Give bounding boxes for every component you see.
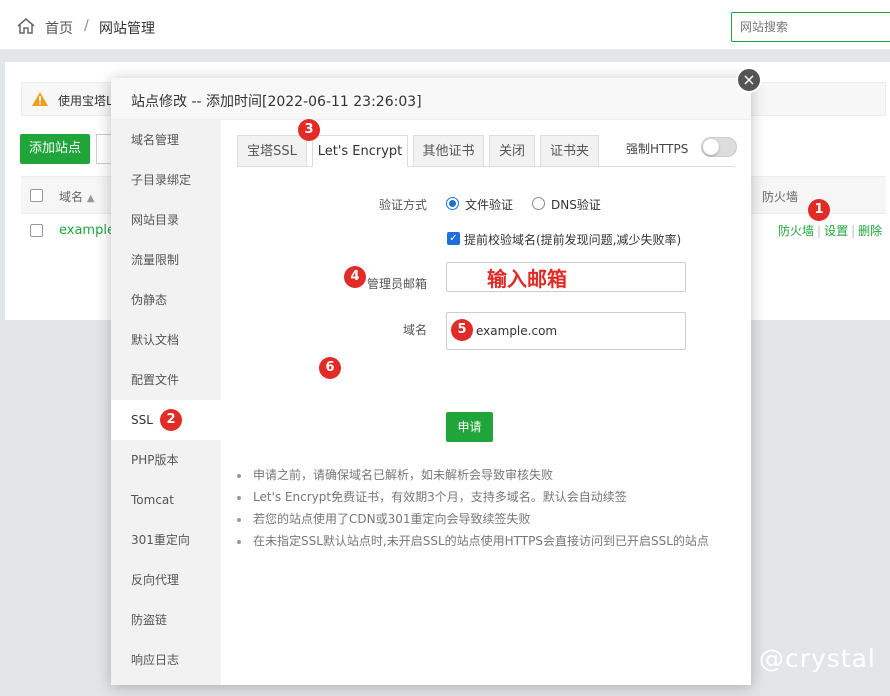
watermark: 知乎 @crystal — [698, 644, 876, 673]
sidebar-item-redirect[interactable]: 301重定向 — [111, 520, 221, 560]
modal-title: 站点修改 -- 添加时间[2022-06-11 23:26:03] — [131, 94, 422, 110]
notes-list: 申请之前，请确保域名已解析，如未解析会导致审核失败 Let's Encrypt免… — [235, 464, 709, 552]
sidebar-item-site-dir[interactable]: 网站目录 — [111, 200, 221, 240]
modal-header: 站点修改 -- 添加时间[2022-06-11 23:26:03] — [111, 78, 751, 120]
sidebar-item-proxy[interactable]: 反向代理 — [111, 560, 221, 600]
note-item: 若您的站点使用了CDN或301重定向会导致续签失败 — [235, 508, 709, 530]
sidebar-item-logs[interactable]: 响应日志 — [111, 640, 221, 680]
site-edit-modal: 站点修改 -- 添加时间[2022-06-11 23:26:03] 域名管理 子… — [111, 78, 751, 685]
column-firewall: 防火墙 — [762, 190, 799, 204]
warning-text: 使用宝塔L — [58, 94, 113, 108]
top-bar: 首页 / 网站管理 — [0, 0, 890, 50]
column-domain[interactable]: 域名 ▲ — [59, 188, 95, 205]
sidebar-item-subdir[interactable]: 子目录绑定 — [111, 160, 221, 200]
firewall-link[interactable]: 防火墙 — [778, 224, 814, 238]
sidebar-item-traffic[interactable]: 流量限制 — [111, 240, 221, 280]
force-https-toggle[interactable] — [701, 137, 737, 157]
select-all-checkbox[interactable] — [30, 189, 43, 202]
sidebar-item-domain[interactable]: 域名管理 — [111, 120, 221, 160]
precheck-checkbox[interactable]: ✓ — [447, 232, 460, 245]
tab-cert-folder[interactable]: 证书夹 — [540, 135, 599, 167]
sidebar-item-php[interactable]: PHP版本 — [111, 440, 221, 480]
breadcrumb-separator: / — [84, 18, 89, 34]
row-operations: 防火墙 | 设置 | 删除 — [778, 224, 883, 238]
ssl-content: 宝塔SSL Let's Encrypt 其他证书 关闭 证书夹 强制HTTPS … — [221, 120, 751, 685]
verify-file-radio[interactable] — [446, 197, 459, 210]
home-icon[interactable] — [16, 16, 36, 36]
step-badge-2: 2 — [160, 409, 182, 431]
domain-label: 域名 — [402, 323, 427, 337]
step-badge-5: 5 — [451, 319, 473, 341]
apply-button[interactable]: 申请 — [446, 412, 493, 442]
note-item: 在未指定SSL默认站点时,未开启SSL的站点使用HTTPS会直接访问到已开启SS… — [235, 530, 709, 552]
sort-asc-icon: ▲ — [86, 193, 95, 204]
site-search-input[interactable] — [731, 12, 890, 42]
sidebar-item-config[interactable]: 配置文件 — [111, 360, 221, 400]
toggle-knob — [703, 139, 719, 155]
step-badge-4: 4 — [344, 266, 366, 288]
warning-icon — [32, 92, 48, 106]
domain-list-box: ✓ example.com — [446, 312, 686, 350]
step-badge-6: 6 — [319, 357, 341, 379]
tab-bt-ssl[interactable]: 宝塔SSL — [237, 135, 307, 167]
tab-other-cert[interactable]: 其他证书 — [413, 135, 484, 167]
tab-close[interactable]: 关闭 — [489, 135, 535, 167]
sidebar-item-tomcat[interactable]: Tomcat — [111, 480, 221, 520]
verify-dns-label[interactable]: DNS验证 — [551, 196, 601, 213]
sidebar-item-rewrite[interactable]: 伪静态 — [111, 280, 221, 320]
settings-link[interactable]: 设置 — [824, 224, 848, 238]
precheck-label[interactable]: 提前校验域名(提前发现问题,减少失败率) — [464, 231, 681, 248]
breadcrumb-home[interactable]: 首页 — [45, 18, 73, 38]
row-checkbox[interactable] — [30, 224, 43, 237]
email-hint-annotation: 输入邮箱 — [487, 267, 567, 291]
add-site-button[interactable]: 添加站点 — [20, 134, 90, 164]
tab-lets-encrypt[interactable]: Let's Encrypt — [312, 135, 408, 167]
domain-value[interactable]: example.com — [476, 324, 557, 338]
force-https-label: 强制HTTPS — [626, 142, 689, 156]
verify-file-label[interactable]: 文件验证 — [465, 196, 513, 213]
delete-link[interactable]: 删除 — [858, 224, 882, 238]
close-icon[interactable]: × — [736, 67, 762, 93]
note-item: Let's Encrypt免费证书，有效期3个月，支持多域名。默认会自动续签 — [235, 486, 709, 508]
breadcrumb-current: 网站管理 — [99, 21, 155, 37]
verify-method-label: 验证方式 — [378, 198, 427, 212]
note-item: 申请之前，请确保域名已解析，如未解析会导致审核失败 — [235, 464, 709, 486]
step-badge-3: 3 — [298, 119, 320, 141]
step-badge-1: 1 — [808, 199, 830, 221]
verify-dns-radio[interactable] — [532, 197, 545, 210]
modal-sidebar: 域名管理 子目录绑定 网站目录 流量限制 伪静态 默认文档 配置文件 SSL P… — [111, 120, 221, 685]
sidebar-item-default-doc[interactable]: 默认文档 — [111, 320, 221, 360]
sidebar-item-hotlink[interactable]: 防盗链 — [111, 600, 221, 640]
